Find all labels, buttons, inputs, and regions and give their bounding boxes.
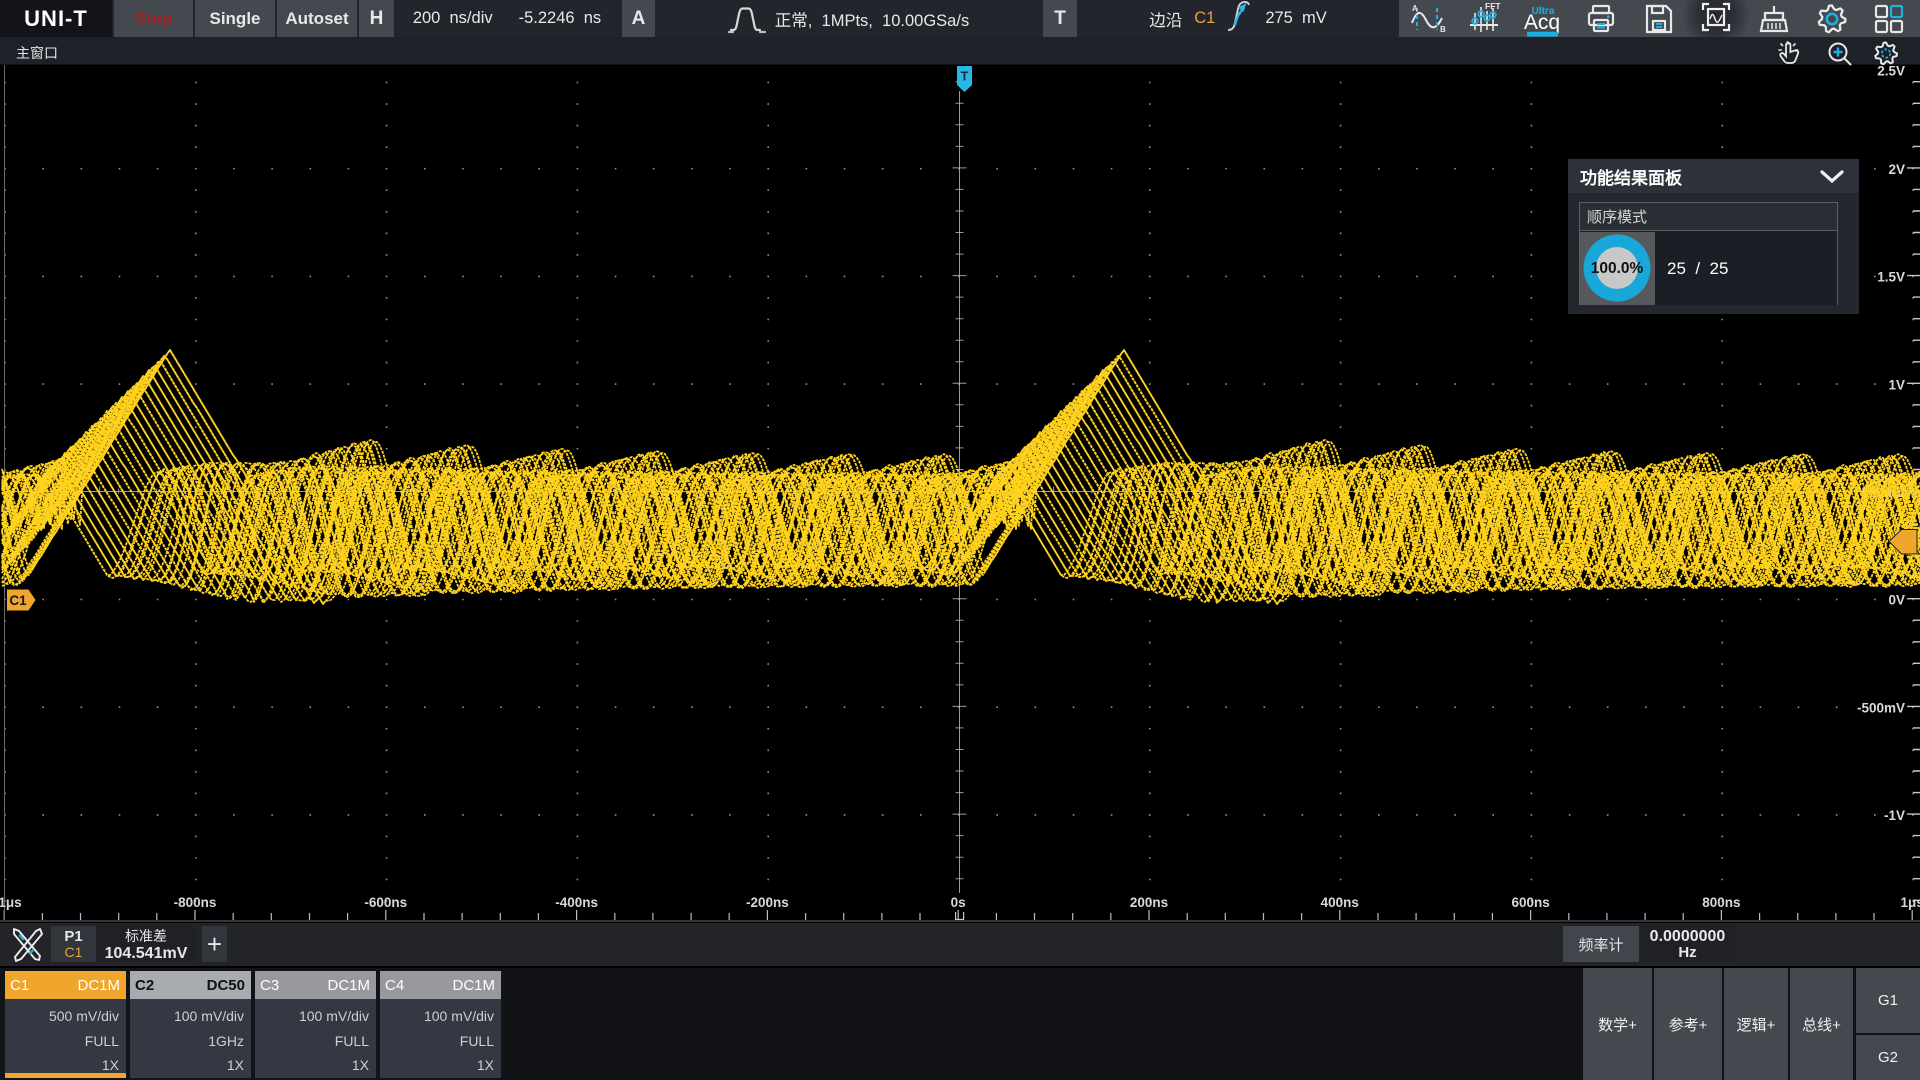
- svg-text:-1V: -1V: [1884, 808, 1905, 823]
- svg-text:2.5V: 2.5V: [1877, 65, 1905, 79]
- svg-text:0s: 0s: [951, 895, 966, 910]
- svg-text:B: B: [1440, 25, 1446, 34]
- svg-text:0V: 0V: [1888, 593, 1905, 608]
- svg-text:-400ns: -400ns: [555, 895, 598, 910]
- svg-text:-800ns: -800ns: [174, 895, 217, 910]
- svg-text:600ns: 600ns: [1511, 895, 1549, 910]
- svg-text:-600ns: -600ns: [364, 895, 407, 910]
- svg-text:2V: 2V: [1888, 162, 1905, 177]
- svg-text:C1: C1: [9, 593, 27, 608]
- svg-text:800ns: 800ns: [1702, 895, 1740, 910]
- svg-text:Acq: Acq: [1524, 11, 1560, 34]
- svg-text:200ns: 200ns: [1130, 895, 1168, 910]
- svg-text:1.5V: 1.5V: [1877, 270, 1905, 285]
- svg-text:-200ns: -200ns: [746, 895, 789, 910]
- svg-text:400ns: 400ns: [1321, 895, 1359, 910]
- svg-text:100.0%: 100.0%: [1591, 260, 1644, 277]
- svg-text:FFT: FFT: [1485, 1, 1501, 11]
- svg-text:1V: 1V: [1888, 377, 1905, 392]
- svg-text:A: A: [1412, 4, 1418, 13]
- svg-text:T: T: [961, 69, 969, 84]
- svg-text:1μs: 1μs: [0, 895, 22, 910]
- svg-text:-500mV: -500mV: [1857, 700, 1905, 715]
- svg-text:1μs: 1μs: [1901, 895, 1920, 910]
